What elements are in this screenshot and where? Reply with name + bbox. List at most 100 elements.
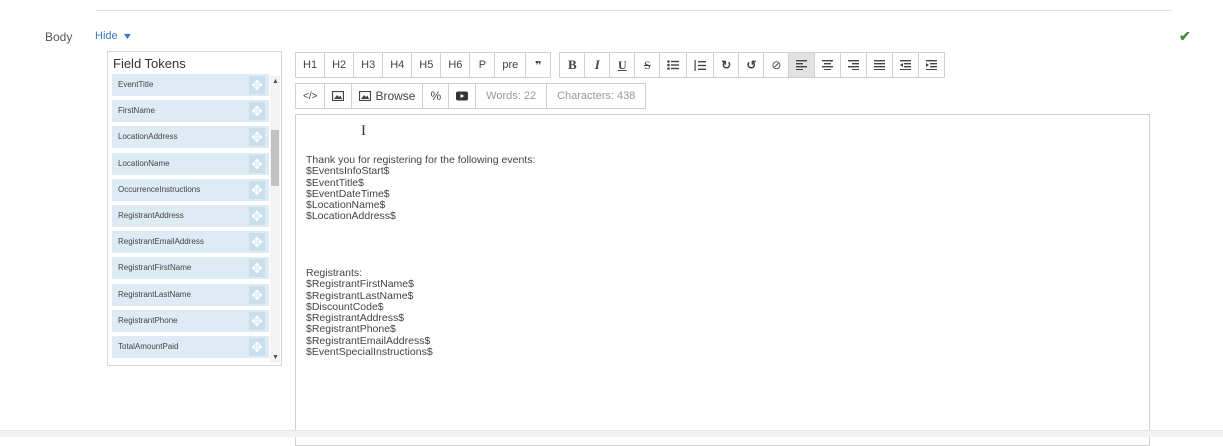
bullet-list-button[interactable] (659, 52, 688, 78)
token-item[interactable]: EventTitle ✥ (112, 74, 269, 96)
character-count: Characters: 438 (546, 83, 647, 109)
heading-button-h4[interactable]: H4 (382, 52, 413, 78)
token-label: LocationName (118, 158, 170, 168)
numbered-list-button[interactable] (686, 52, 715, 78)
underline-button[interactable]: U (609, 52, 636, 78)
justify-button[interactable] (866, 52, 894, 78)
token-item[interactable]: RegistrantEmailAddress ✥ (112, 231, 269, 254)
token-label: LocationAddress (118, 132, 178, 142)
rich-text-editor[interactable]: I Thank you for registering for the foll… (295, 114, 1150, 446)
insert-link-button[interactable]: % (422, 83, 450, 109)
token-label: RegistrantLastName (118, 289, 191, 299)
chevron-down-icon: ▼ (121, 31, 133, 41)
image-icon (332, 91, 345, 101)
heading-button-h5[interactable]: H5 (411, 52, 442, 78)
code-icon: </> (303, 90, 318, 102)
token-label: FirstName (118, 106, 155, 116)
editor-line: $LocationAddress$ (306, 210, 396, 223)
heading-button-pre[interactable]: pre (494, 52, 527, 78)
outdent-icon (900, 60, 912, 70)
scroll-down-arrow-icon[interactable]: ▼ (272, 354, 279, 361)
scroll-thumb[interactable] (271, 130, 279, 186)
text-cursor-icon: I (361, 123, 366, 139)
drag-move-icon[interactable]: ✥ (249, 102, 265, 121)
heading-button-h1[interactable]: H1 (295, 52, 326, 78)
redo-button[interactable]: ↻ (713, 52, 740, 78)
token-label: RegistrantEmailAddress (118, 237, 204, 247)
browse-button[interactable]: Browse (351, 83, 424, 109)
strikethrough-button[interactable]: S (634, 52, 661, 78)
token-label: TotalAmountPaid (118, 341, 179, 351)
insert-video-button[interactable] (448, 83, 477, 109)
blockquote-button[interactable]: ❞ (525, 52, 552, 78)
drag-move-icon[interactable]: ✥ (249, 337, 265, 356)
heading-button-h3[interactable]: H3 (353, 52, 384, 78)
align-left-button[interactable] (788, 52, 816, 78)
clear-format-button[interactable]: ⊘ (763, 52, 790, 78)
scroll-up-arrow-icon[interactable]: ▲ (272, 78, 279, 85)
token-scrollbar[interactable]: ▲ ▼ (270, 76, 280, 363)
bullet-list-icon (667, 60, 680, 70)
checkmark-icon: ✔ (1179, 28, 1191, 44)
numbered-list-icon (694, 59, 707, 71)
justify-icon (874, 60, 886, 70)
align-left-icon (796, 60, 808, 70)
hide-toggle[interactable]: Hide ▼ (95, 30, 133, 42)
clear-format-icon: ⊘ (771, 58, 782, 72)
insert-image-button[interactable] (324, 83, 353, 109)
heading-button-h6[interactable]: H6 (440, 52, 471, 78)
format-toolbar: H1 H2 H3 H4 H5 H6 Ppre ❞ B I U S ↻ ↺ ⊘ (295, 52, 946, 78)
token-item[interactable]: RegistrantLastName ✥ (112, 283, 269, 306)
field-label: Body (45, 30, 73, 44)
drag-move-icon[interactable]: ✥ (249, 206, 265, 225)
browse-label: Browse (375, 89, 416, 103)
token-item[interactable]: RegistrantPhone ✥ (112, 309, 269, 332)
editor-line: $EventSpecialInstructions$ (306, 346, 433, 359)
drag-move-icon[interactable]: ✥ (249, 259, 265, 278)
undo-icon: ↺ (746, 58, 757, 72)
outdent-button[interactable] (892, 52, 920, 78)
drag-move-icon[interactable]: ✥ (249, 180, 265, 199)
drag-move-icon[interactable]: ✥ (249, 154, 265, 173)
field-tokens-panel: Field Tokens EventTitle ✥ FirstName ✥ Locati… (107, 51, 282, 366)
editor-line: $RegistrantFirstName$ (306, 278, 414, 291)
token-item[interactable]: RegistrantFirstName ✥ (112, 257, 269, 280)
undo-button[interactable]: ↺ (738, 52, 765, 78)
image-icon (359, 91, 372, 101)
section-divider (96, 10, 1172, 11)
word-count: Words: 22 (475, 83, 548, 109)
drag-move-icon[interactable]: ✥ (249, 233, 265, 252)
link-icon: % (430, 89, 442, 103)
token-item[interactable]: TotalAmountPaid ✥ (112, 335, 269, 358)
indent-button[interactable] (918, 52, 946, 78)
token-label: EventTitle (118, 80, 154, 89)
heading-button-p[interactable]: P (469, 52, 496, 78)
token-label: RegistrantAddress (118, 210, 184, 220)
editor-line: $EventsInfoStart$ (306, 165, 390, 178)
drag-move-icon[interactable]: ✥ (249, 128, 265, 147)
align-right-button[interactable] (840, 52, 868, 78)
code-view-button[interactable]: </> (295, 83, 326, 109)
bold-button[interactable]: B (559, 52, 586, 78)
align-center-icon (822, 60, 834, 70)
token-label: RegistrantFirstName (118, 263, 192, 273)
video-icon (456, 91, 469, 101)
token-item[interactable]: LocationAddress ✥ (112, 126, 269, 149)
token-item[interactable]: OccurrenceInstructions ✥ (112, 178, 269, 201)
align-center-button[interactable] (814, 52, 842, 78)
token-label: RegistrantPhone (118, 315, 178, 325)
italic-button[interactable]: I (584, 52, 611, 78)
drag-move-icon[interactable]: ✥ (249, 76, 265, 94)
drag-move-icon[interactable]: ✥ (249, 311, 265, 330)
insert-toolbar: </> Browse % Words: 22 Characters: 438 (295, 83, 647, 109)
token-item[interactable]: LocationName ✥ (112, 152, 269, 175)
indent-icon (926, 60, 938, 70)
align-right-icon (848, 60, 860, 70)
heading-button-h2[interactable]: H2 (324, 52, 355, 78)
drag-move-icon[interactable]: ✥ (249, 285, 265, 304)
editor-content[interactable]: Thank you for registering for the follow… (306, 154, 535, 359)
token-item[interactable]: FirstName ✥ (112, 100, 269, 123)
token-item[interactable]: RegistrantAddress ✥ (112, 204, 269, 227)
